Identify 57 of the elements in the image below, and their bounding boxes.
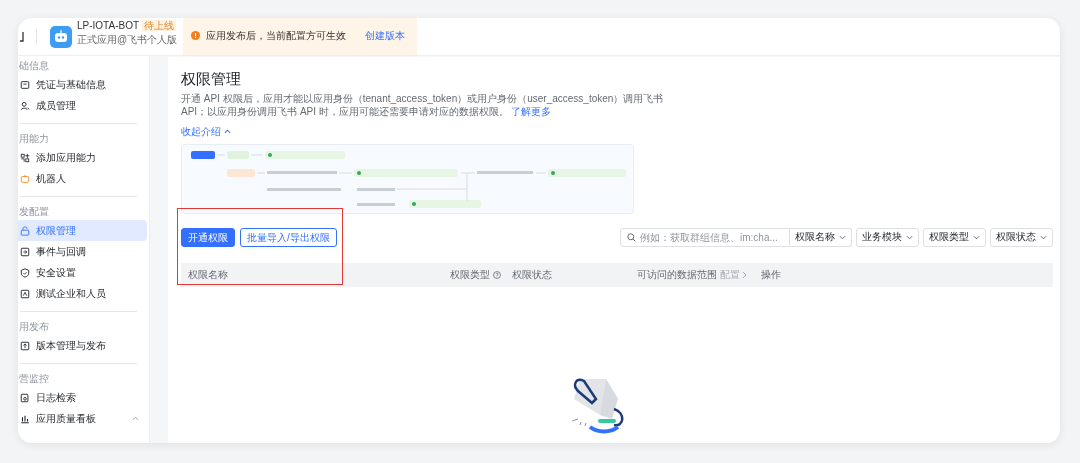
lock-icon <box>20 225 30 236</box>
sidebar-item[interactable]: 事件与回调 <box>18 241 147 262</box>
sidebar-item[interactable]: 权限管理 <box>18 220 147 241</box>
sidebar-item[interactable]: 成员管理 <box>18 95 147 116</box>
warning-icon <box>191 31 201 40</box>
filter-dropdown[interactable]: 权限名称 <box>790 228 852 247</box>
chevron-down-icon <box>839 235 846 240</box>
column-header: 权限状态 <box>512 267 552 282</box>
section-title: 用能力 <box>18 132 50 146</box>
sidebar-item[interactable]: 日志检索 <box>18 387 147 408</box>
column-header: 权限名称 <box>188 267 228 282</box>
section-title: 用发布 <box>18 320 50 334</box>
sidebar-item[interactable]: 添加应用能力 <box>18 147 147 168</box>
event-icon <box>20 246 30 257</box>
people-icon <box>20 100 30 111</box>
status-badge: 待上线 <box>142 20 177 31</box>
log-search-icon <box>20 392 30 403</box>
filter-dropdown[interactable]: 权限状态 <box>990 228 1053 247</box>
test-icon <box>20 288 30 299</box>
shield-icon <box>20 267 30 278</box>
chevron-down-icon <box>906 235 913 240</box>
chevron-up-icon <box>224 129 231 134</box>
section-title: 营监控 <box>18 372 50 386</box>
section-title: 础信息 <box>18 59 50 73</box>
sidebar-item[interactable]: 机器人 <box>18 168 147 189</box>
import-export-button[interactable]: 批量导入/导出权限 <box>240 228 337 247</box>
search-field[interactable]: 例如：获取群组信息、im:cha... <box>620 228 790 247</box>
notice-text: 应用发布后，当前配置方可生效 <box>206 29 347 43</box>
robot-avatar-icon <box>50 25 72 48</box>
bar-chart-icon <box>20 413 30 424</box>
chevron-up-icon <box>132 416 139 421</box>
version-icon <box>20 340 30 351</box>
create-version-link[interactable]: 创建版本 <box>365 28 406 43</box>
filter-dropdown[interactable]: 业务模块 <box>856 228 919 247</box>
collapse-intro-link[interactable]: 收起介绍 <box>181 125 231 138</box>
filter-dropdown[interactable]: 权限类型 <box>923 228 986 247</box>
column-header: 操作 <box>761 267 781 282</box>
sidebar-item[interactable]: 凭证与基础信息 <box>18 74 147 95</box>
enable-permission-button[interactable]: 开通权限 <box>181 228 235 247</box>
column-header: 可访问的数据范围 <box>637 267 717 282</box>
robot-icon <box>20 173 30 184</box>
section-title: 发配置 <box>18 205 50 219</box>
column-header: 权限类型 <box>450 267 490 282</box>
chevron-right-icon <box>742 271 747 279</box>
chevron-down-icon <box>973 235 980 240</box>
sidebar-item[interactable]: 安全设置 <box>18 262 147 283</box>
app-edition: 正式应用@飞书个人版 <box>77 33 178 46</box>
chevron-down-icon <box>1040 235 1047 240</box>
app-name: LP-IOTA-BOT <box>77 19 140 32</box>
sidebar-item[interactable]: 测试企业和人员 <box>18 283 147 304</box>
page-title: 权限管理 <box>181 69 242 89</box>
learn-more-link[interactable]: 了解更多 <box>510 106 551 117</box>
sidebar-item[interactable]: 应用质量看板 <box>18 408 147 429</box>
document-icon <box>20 79 30 90</box>
page-description: 开通 API 权限后，应用才能以应用身份（tenant_access_token）或用户身份（user_access_token）调用飞书 API；以应用身份调用飞书 API 时，应用可能还需要申请对应的数据权限。 了解更多 <box>181 92 665 118</box>
search-icon <box>627 233 636 242</box>
sidebar-item[interactable]: 版本管理与发布 <box>18 335 147 356</box>
